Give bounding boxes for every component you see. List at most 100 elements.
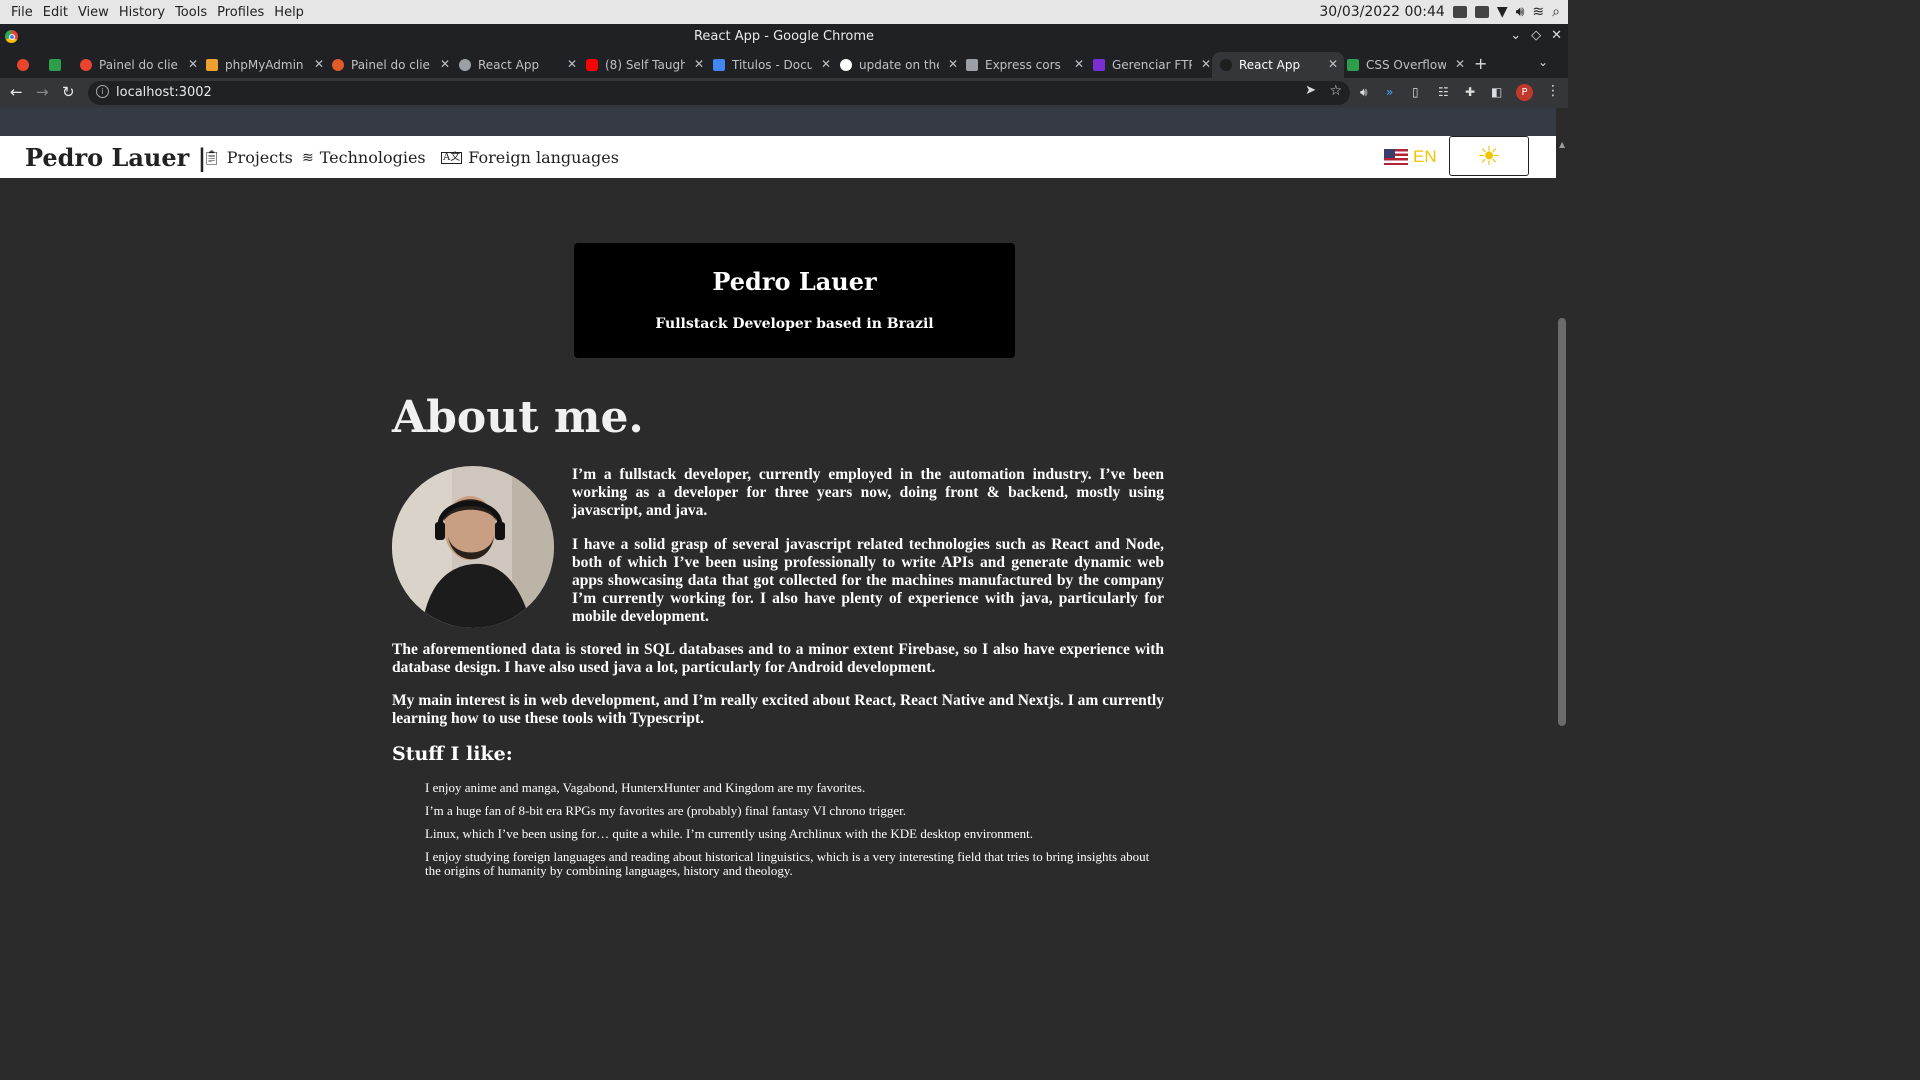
language-code: EN [1413,147,1437,166]
back-icon[interactable]: ← [10,83,23,101]
us-flag-icon [1384,149,1408,165]
youtube-icon [586,59,598,71]
tab-active[interactable]: React App ✕ [1212,52,1344,78]
scroll-up-icon[interactable]: ▲ [1559,140,1565,149]
hero-name: Pedro Lauer [712,267,877,296]
menu-profiles[interactable]: Profiles [212,5,269,20]
menu-tools[interactable]: Tools [170,5,212,20]
tab[interactable]: Painel do client ✕ [324,52,456,78]
tab-strip: Painel do client ✕ phpMyAdmin ✕ Painel d… [0,50,1568,78]
tab[interactable]: update on the ✕ [832,52,964,78]
list-item: I’m a huge fan of 8-bit era RPGs my favo… [425,803,906,818]
tab-label: CSS Overflow [1366,58,1446,72]
minimize-icon[interactable]: ⌄ [1510,28,1521,43]
tab-label: (8) Self Taught [605,58,685,72]
favicon-icon [1220,59,1232,71]
maximize-icon[interactable]: ◇ [1531,28,1541,43]
about-title: About me. [392,392,644,443]
close-tab-icon[interactable]: ✕ [567,57,577,71]
close-tab-icon[interactable]: ✕ [188,57,198,71]
tab[interactable]: CSS Overflow ✕ [1339,52,1471,78]
site-info-icon[interactable]: i [96,85,109,98]
tab-label: update on the [859,58,939,72]
scrollbar-thumb[interactable] [1558,318,1566,726]
bookmark-star-icon[interactable]: ☆ [1329,83,1342,99]
tab-pinned-2[interactable] [42,52,70,78]
nav-technologies[interactable]: ≋ Technologies [302,148,426,167]
profile-photo [392,466,554,628]
close-tab-icon[interactable]: ✕ [1201,57,1211,71]
menu-edit[interactable]: Edit [38,5,73,20]
close-tab-icon[interactable]: ✕ [1328,57,1338,71]
nav-projects-label: Projects [226,148,293,167]
tray-app-icon[interactable] [1452,6,1467,18]
send-icon[interactable]: ➤ [1305,83,1316,98]
nav-projects[interactable]: 📋︎ Projects [203,148,293,167]
extension-icon[interactable]: » [1386,85,1400,99]
menu-kebab-icon[interactable]: ⋮ [1546,83,1560,99]
translate-icon: A文 [441,151,463,164]
browser-title-bar: React App - Google Chrome ⌄ ◇ ✕ [0,24,1568,50]
clipboard-icon: 📋︎ [203,149,221,166]
tab-search-icon[interactable]: ⌄ [1538,55,1548,69]
about-paragraph: I’m a fullstack developer, currently emp… [572,466,1164,519]
tab[interactable]: React App ✕ [451,52,583,78]
tab-pinned-1[interactable] [10,52,38,78]
close-tab-icon[interactable]: ✕ [821,57,831,71]
theme-toggle-button[interactable]: ☀ [1449,136,1529,176]
menu-view[interactable]: View [73,5,114,20]
about-paragraph: The aforementioned data is stored in SQL… [392,641,1164,676]
new-tab-icon[interactable]: + [1474,54,1487,73]
wifi-icon[interactable]: ≋ [1532,4,1544,20]
tray-drive-icon[interactable] [1474,6,1489,18]
nav-foreign-languages[interactable]: A文 Foreign languages [441,148,619,167]
speaker-extension-icon[interactable]: 🔊︎ [1360,85,1374,99]
tab[interactable]: Express cors m ✕ [958,52,1090,78]
close-window-icon[interactable]: ✕ [1551,28,1562,43]
page-scrollbar[interactable]: ▲ [1556,108,1568,882]
docs-icon [713,59,725,71]
page-top-strip [0,108,1556,136]
about-paragraph: My main interest is in web development, … [392,692,1164,727]
tab[interactable]: phpMyAdmin ✕ [198,52,330,78]
tab[interactable]: Titulos - Docum ✕ [705,52,837,78]
tab[interactable]: Gerenciar FTP ✕ [1085,52,1217,78]
volume-icon[interactable]: 🔊︎ [1516,4,1525,20]
clock[interactable]: 30/03/2022 00:44 [1319,4,1445,20]
close-tab-icon[interactable]: ✕ [694,57,704,71]
language-switcher[interactable]: EN [1384,147,1437,167]
hero-tagline: Fullstack Developer based in Brazil [655,316,934,332]
menu-file[interactable]: File [6,5,38,20]
close-tab-icon[interactable]: ✕ [1074,57,1084,71]
site-navbar: Pedro Lauer | 📋︎ Projects ≋ Technologies… [0,136,1556,178]
reload-icon[interactable]: ↻ [62,83,75,101]
favicon-icon [1347,59,1359,71]
menu-history[interactable]: History [114,5,170,20]
site-brand[interactable]: Pedro Lauer | [25,143,206,172]
close-tab-icon[interactable]: ✕ [314,57,324,71]
side-panel-icon[interactable]: ◧ [1491,85,1505,99]
close-tab-icon[interactable]: ✕ [948,57,958,71]
tray-arrow-icon[interactable]: ▼ [1497,4,1508,20]
about-section: About me. I’m a fullstack developer, cur… [392,392,1164,878]
menu-help[interactable]: Help [269,5,309,20]
tab-label: Painel do client [351,58,431,72]
tab[interactable]: Painel do client ✕ [72,52,204,78]
address-bar[interactable]: i localhost:3002 ➤ ☆ [88,81,1350,105]
stack-icon: ≋ [302,149,314,166]
search-icon[interactable]: ⌕ [1552,4,1560,20]
profile-avatar[interactable]: P [1516,84,1533,101]
tab[interactable]: (8) Self Taught ✕ [578,52,710,78]
close-tab-icon[interactable]: ✕ [440,57,450,71]
list-extension-icon[interactable]: ☷ [1438,85,1452,99]
favicon-icon [332,59,344,71]
close-tab-icon[interactable]: ✕ [1455,57,1465,71]
favicon-icon [206,59,218,71]
list-item: I enjoy studying foreign languages and r… [425,849,1150,878]
tab-label: Express cors m [985,58,1065,72]
forward-icon[interactable]: → [36,83,49,101]
google-icon [840,59,852,71]
puzzle-extensions-icon[interactable]: ✚ [1465,85,1479,99]
url-text[interactable]: localhost:3002 [116,85,212,100]
clipboard-extension-icon[interactable]: ▯ [1412,85,1426,99]
